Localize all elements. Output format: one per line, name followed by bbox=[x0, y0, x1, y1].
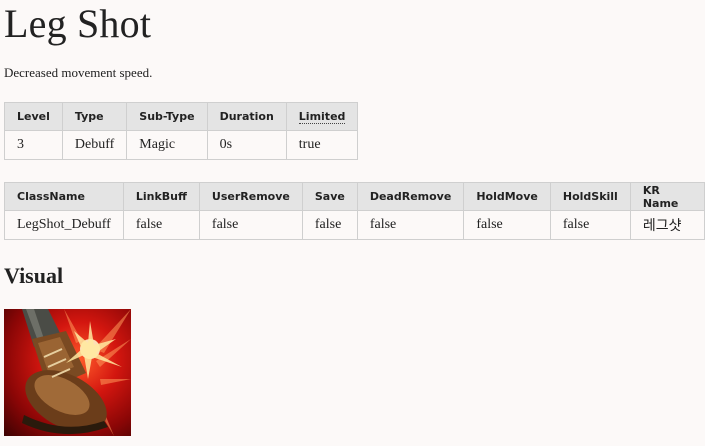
header-limited[interactable]: Limited bbox=[285, 102, 359, 131]
skill-icon-image bbox=[4, 309, 131, 436]
cell-duration: 0s bbox=[206, 130, 287, 160]
header-sub-type: Sub-Type bbox=[126, 102, 208, 131]
header-limited-label: Limited bbox=[298, 110, 346, 124]
header-duration: Duration bbox=[206, 102, 287, 131]
cell-kr-name: 레그샷 bbox=[629, 210, 705, 240]
cell-type: Debuff bbox=[61, 130, 128, 160]
cell-linkbuff: false bbox=[122, 210, 200, 240]
header-deadremove: DeadRemove bbox=[356, 182, 465, 211]
table-header-row: Level Type Sub-Type Duration Limited bbox=[4, 102, 359, 131]
boot-kick-icon bbox=[22, 309, 131, 436]
properties-table: ClassName LinkBuff UserRemove Save DeadR… bbox=[4, 182, 705, 240]
header-userremove: UserRemove bbox=[198, 182, 303, 211]
cell-save: false bbox=[301, 210, 358, 240]
description: Decreased movement speed. bbox=[4, 65, 153, 80]
header-kr-name: KR Name bbox=[629, 182, 705, 211]
cell-holdmove: false bbox=[463, 210, 551, 240]
info-table: Level Type Sub-Type Duration Limited 3 D… bbox=[4, 102, 359, 160]
cell-holdskill: false bbox=[549, 210, 631, 240]
table-row: 3 Debuff Magic 0s true bbox=[4, 130, 359, 160]
table-header-row: ClassName LinkBuff UserRemove Save DeadR… bbox=[4, 182, 705, 211]
header-type: Type bbox=[61, 102, 128, 131]
header-holdskill: HoldSkill bbox=[549, 182, 631, 211]
cell-level: 3 bbox=[4, 130, 63, 160]
cell-deadremove: false bbox=[356, 210, 465, 240]
page-title: Leg Shot bbox=[4, 1, 152, 46]
header-linkbuff: LinkBuff bbox=[122, 182, 200, 211]
cell-userremove: false bbox=[198, 210, 303, 240]
header-classname: ClassName bbox=[4, 182, 124, 211]
table-row: LegShot_Debuff false false false false f… bbox=[4, 210, 705, 240]
header-save: Save bbox=[301, 182, 358, 211]
cell-classname: LegShot_Debuff bbox=[4, 210, 124, 240]
header-holdmove: HoldMove bbox=[463, 182, 551, 211]
cell-limited: true bbox=[285, 130, 359, 160]
header-level: Level bbox=[4, 102, 63, 131]
cell-sub-type: Magic bbox=[126, 130, 208, 160]
visual-heading: Visual bbox=[4, 263, 64, 288]
